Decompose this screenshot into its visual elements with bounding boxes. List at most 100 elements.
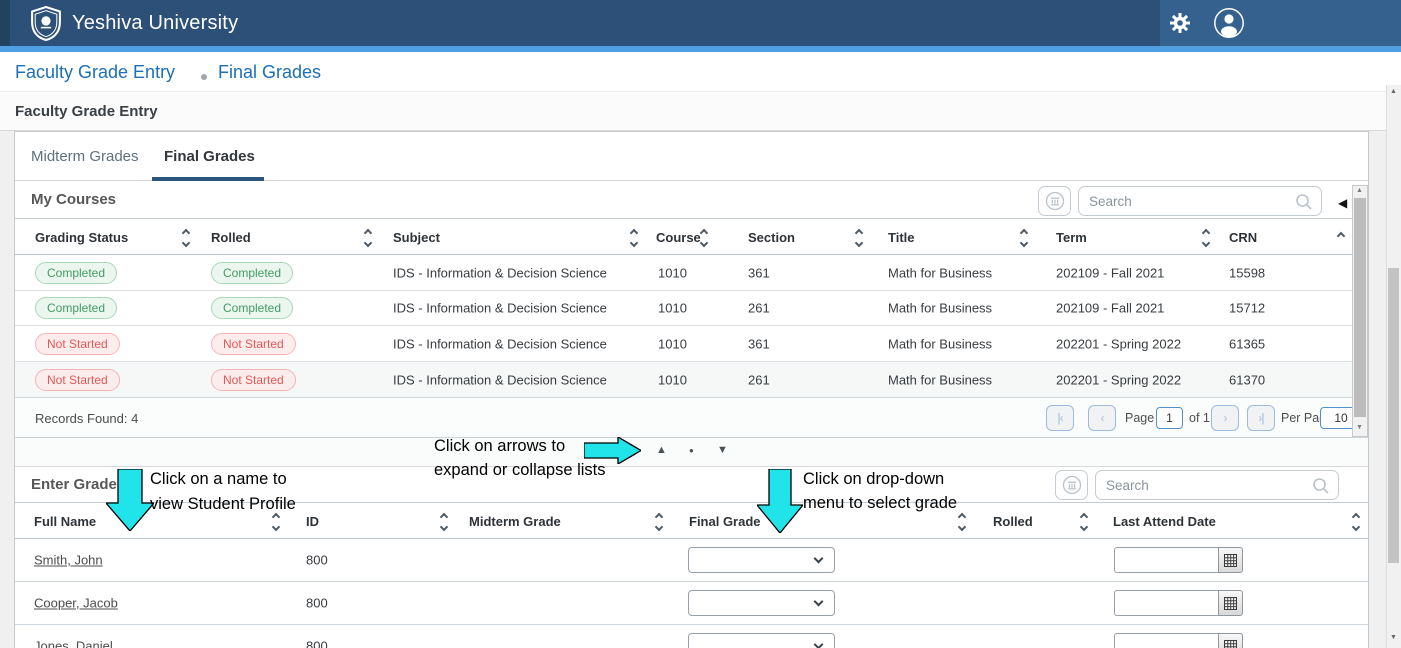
table-row[interactable]: Completed Completed IDS - Information & … (15, 255, 1368, 291)
my-courses-title: My Courses (31, 191, 116, 208)
column-grading-status[interactable]: Grading Status (35, 230, 128, 245)
course-cell: 1010 (658, 336, 687, 351)
student-id-cell: 800 (306, 596, 328, 611)
annotation-expand-line1: Click on arrows to (434, 437, 565, 456)
annotation-expand-line2: expand or collapse lists (434, 461, 606, 480)
calendar-grid-icon[interactable] (1218, 590, 1243, 616)
annotation-arrow-down-icon (106, 469, 154, 531)
table-row[interactable]: Not Started Not Started IDS - Informatio… (15, 326, 1368, 362)
scroll-down-icon[interactable]: ▼ (1390, 634, 1397, 641)
column-course[interactable]: Course (656, 230, 701, 245)
sort-icon[interactable] (183, 230, 189, 246)
sort-icon[interactable] (959, 514, 965, 530)
term-cell: 202201 - Spring 2022 (1056, 336, 1181, 351)
last-attend-date-input[interactable] (1114, 590, 1219, 616)
sort-icon[interactable] (365, 230, 371, 246)
settings-gear-icon[interactable] (1167, 11, 1193, 37)
sort-icon[interactable] (1081, 514, 1087, 530)
section-cell: 261 (748, 372, 770, 387)
final-grade-select[interactable] (688, 590, 835, 616)
university-shield-icon[interactable] (30, 6, 62, 46)
student-name-link[interactable]: Jones, Daniel (34, 639, 113, 648)
scroll-down-icon[interactable]: ▼ (1356, 424, 1363, 431)
my-courses-scrollbar-thumb[interactable] (1354, 198, 1366, 417)
user-avatar-icon[interactable] (1212, 7, 1246, 41)
next-page-button[interactable]: › (1211, 405, 1239, 431)
student-row: Cooper, Jacob 800 (15, 582, 1368, 625)
enter-grades-tools-pantheon-icon[interactable] (1055, 470, 1088, 500)
first-page-button[interactable]: |‹ (1046, 405, 1074, 431)
my-courses-tools-pantheon-icon[interactable] (1038, 186, 1071, 216)
subject-cell: IDS - Information & Decision Science (393, 301, 607, 316)
page-scrollbar-thumb[interactable] (1388, 268, 1399, 563)
calendar-grid-icon[interactable] (1218, 547, 1243, 573)
tab-final-grades[interactable]: Final Grades (164, 132, 255, 181)
tab-midterm-grades[interactable]: Midterm Grades (31, 132, 139, 181)
crn-cell: 15712 (1229, 301, 1265, 316)
column-section[interactable]: Section (748, 230, 795, 245)
column-rolled[interactable]: Rolled (211, 230, 251, 245)
annotation-dropdown-line1: Click on drop-down (803, 470, 944, 489)
column-midterm-grade[interactable]: Midterm Grade (469, 514, 561, 529)
title-cell: Math for Business (888, 372, 992, 387)
last-attend-date-input[interactable] (1114, 633, 1219, 648)
sort-icon[interactable] (631, 230, 637, 246)
sort-ascending-icon[interactable] (1338, 233, 1344, 239)
final-grade-select[interactable] (688, 633, 835, 648)
sort-icon[interactable] (441, 514, 447, 530)
page-number-input[interactable] (1156, 407, 1183, 429)
table-row[interactable]: Completed Completed IDS - Information & … (15, 291, 1368, 326)
sort-icon[interactable] (701, 230, 707, 246)
breadcrumb-link-final-grades[interactable]: Final Grades (218, 62, 321, 83)
term-cell: 202109 - Fall 2021 (1056, 265, 1164, 280)
annotation-dropdown-line2: menu to select grade (803, 494, 957, 513)
records-pagination-bar: Records Found: 4 |‹ ‹ Page of 1 › ›| Per… (15, 398, 1368, 438)
page-heading-strip: Faculty Grade Entry (0, 92, 1386, 131)
collapse-up-icon[interactable]: ▲ (656, 444, 667, 456)
column-full-name[interactable]: Full Name (34, 514, 96, 529)
student-name-link[interactable]: Cooper, Jacob (34, 596, 118, 611)
last-attend-date-input[interactable] (1114, 547, 1219, 573)
panel-splitter[interactable]: ▲ ● ▼ (15, 438, 1368, 467)
calendar-grid-icon[interactable] (1218, 633, 1243, 648)
student-id-cell: 800 (306, 553, 328, 568)
annotation-profile-line2: view Student Profile (150, 495, 296, 514)
sort-icon[interactable] (1203, 230, 1209, 246)
sort-icon[interactable] (856, 230, 862, 246)
column-term[interactable]: Term (1056, 230, 1087, 245)
my-courses-search-input[interactable] (1079, 187, 1321, 215)
panel-resize-arrow-icon[interactable]: ◀ (1338, 196, 1347, 210)
chevron-down-icon (814, 554, 824, 564)
final-grade-select[interactable] (688, 547, 835, 573)
column-crn[interactable]: CRN (1229, 230, 1257, 245)
previous-page-button[interactable]: ‹ (1088, 405, 1116, 431)
rolled-status-badge: Completed (211, 262, 293, 284)
column-subject[interactable]: Subject (393, 230, 440, 245)
chevron-down-icon (814, 597, 824, 607)
splitter-dot-icon[interactable]: ● (689, 446, 694, 455)
scroll-up-icon[interactable]: ▲ (1390, 88, 1397, 95)
student-row: Smith, John 800 (15, 539, 1368, 582)
sort-icon[interactable] (656, 514, 662, 530)
last-page-button[interactable]: ›| (1247, 405, 1275, 431)
table-row[interactable]: Not Started Not Started IDS - Informatio… (15, 362, 1368, 398)
grading-status-badge: Not Started (35, 369, 120, 391)
expand-down-icon[interactable]: ▼ (717, 444, 728, 456)
column-id[interactable]: ID (306, 514, 319, 529)
column-rolled[interactable]: Rolled (993, 514, 1033, 529)
student-name-link[interactable]: Smith, John (34, 553, 103, 568)
breadcrumb-link-faculty-grade-entry[interactable]: Faculty Grade Entry (15, 62, 175, 83)
sort-icon[interactable] (1353, 514, 1359, 530)
sort-icon[interactable] (1021, 230, 1027, 246)
brand-title: Yeshiva University (72, 0, 238, 46)
crn-cell: 61370 (1229, 372, 1265, 387)
annotation-arrow-right-icon (584, 437, 641, 464)
sort-icon[interactable] (273, 514, 279, 530)
enter-grades-search-input[interactable] (1096, 471, 1338, 499)
column-final-grade[interactable]: Final Grade (689, 514, 761, 529)
term-cell: 202109 - Fall 2021 (1056, 301, 1164, 316)
column-last-attend-date[interactable]: Last Attend Date (1113, 514, 1216, 529)
subject-cell: IDS - Information & Decision Science (393, 265, 607, 280)
column-title[interactable]: Title (888, 230, 915, 245)
scroll-up-icon[interactable]: ▲ (1356, 187, 1363, 194)
